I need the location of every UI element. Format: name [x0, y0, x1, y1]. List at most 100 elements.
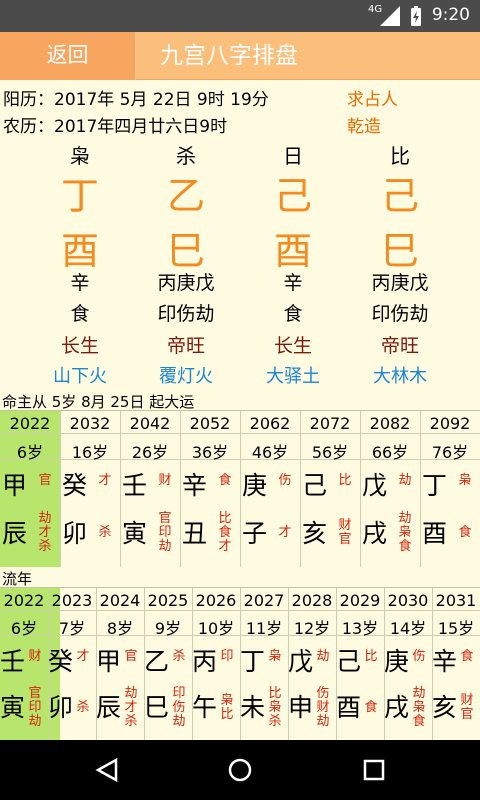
app-header: 返回 九宫八字排盘 [0, 32, 480, 80]
stem-cell: 庚 [242, 471, 268, 500]
branch-cell: 亥 [302, 519, 328, 548]
year-cell[interactable]: 2031 [432, 591, 480, 610]
year-cell[interactable]: 2028 [288, 591, 336, 610]
back-button[interactable]: 返回 [0, 32, 136, 80]
pillar-nayin: 大林木 [373, 366, 427, 387]
column-divider [420, 411, 421, 567]
year-cell[interactable]: 2022 [0, 591, 48, 610]
branch-gods: 比 枭 杀 [268, 686, 282, 729]
year-cell[interactable]: 2023 [48, 591, 96, 610]
battery-icon [411, 6, 421, 26]
branch-gods: 财 官 [338, 518, 352, 547]
stem-god: 劫 [316, 649, 330, 664]
age-cell: 7岁 [58, 619, 86, 638]
year-cell[interactable]: 2082 [360, 414, 420, 433]
column-divider [180, 411, 181, 567]
branch-cell: 卯 [48, 693, 74, 722]
stem-cell: 戊 [288, 647, 314, 676]
branch-gods: 比 食 才 [218, 511, 232, 554]
column-divider [120, 411, 121, 567]
branch-gods: 劫 枭 食 [412, 686, 426, 729]
nav-home-icon[interactable] [227, 758, 253, 784]
stem-cell: 己 [302, 471, 328, 500]
year-cell[interactable]: 2024 [96, 591, 144, 610]
nav-recents-icon[interactable] [363, 759, 387, 783]
year-cell[interactable]: 2025 [144, 591, 192, 610]
branch-gods: 官 印 劫 [158, 511, 172, 554]
branch-gods: 伤 财 劫 [316, 686, 330, 729]
status-bar: 4G 9:20 [0, 0, 480, 32]
stem-god: 伤 [278, 473, 292, 488]
year-cell[interactable]: 2029 [336, 591, 384, 610]
age-cell: 15岁 [437, 619, 475, 638]
pillar-hidden-stems: 丙庚戊 [371, 272, 429, 294]
stem-cell: 甲 [96, 647, 122, 676]
branch-cell: 戌 [362, 519, 388, 548]
stem-god: 枭 [458, 473, 472, 488]
stem-god: 食 [218, 473, 232, 488]
branch-gods: 劫 枭 食 [398, 511, 412, 554]
branch-gods: 财 官 [460, 693, 474, 722]
year-cell[interactable]: 2030 [384, 591, 432, 610]
stem-god: 杀 [172, 649, 186, 664]
stem-god: 食 [460, 649, 474, 664]
age-cell: 12岁 [293, 619, 331, 638]
stem-cell: 乙 [144, 647, 170, 676]
branch-gods: 食 [364, 700, 378, 715]
year-cell[interactable]: 2027 [240, 591, 288, 610]
pillar-stage: 长生 [273, 335, 312, 357]
branch-gods: 枭 比 [220, 693, 234, 722]
stem-cell: 丙 [192, 647, 218, 676]
age-cell: 56岁 [311, 443, 349, 462]
year-cell[interactable]: 2052 [180, 414, 240, 433]
year-cell[interactable]: 2042 [120, 414, 180, 433]
pillar-stage: 帝旺 [380, 335, 419, 357]
stem-god: 劫 [398, 473, 412, 488]
branch-gods: 食 [458, 525, 472, 540]
age-cell: 76岁 [431, 443, 469, 462]
age-cell: 13岁 [341, 619, 379, 638]
stem-god: 印 [220, 649, 234, 664]
branch-gods: 印 伤 劫 [172, 686, 186, 729]
pillar-nayin: 山下火 [53, 366, 107, 387]
pillar-branch: 酉 [60, 229, 99, 273]
stem-god: 比 [338, 473, 352, 488]
age-cell: 6岁 [16, 443, 44, 462]
year-cell[interactable]: 2092 [420, 414, 480, 433]
navigation-bar [0, 740, 480, 800]
stem-god: 比 [364, 649, 378, 664]
branch-cell: 卯 [62, 519, 88, 548]
branch-cell: 申 [288, 693, 314, 722]
pillar-hidden-stems: 辛 [283, 272, 303, 294]
age-cell: 16岁 [71, 443, 109, 462]
stem-cell: 丁 [240, 647, 266, 676]
stem-cell: 戊 [362, 471, 388, 500]
year-cell[interactable]: 2032 [60, 414, 120, 433]
branch-cell: 辰 [96, 693, 122, 722]
branch-cell: 酉 [422, 519, 448, 548]
year-cell[interactable]: 2026 [192, 591, 240, 610]
column-divider [300, 411, 301, 567]
nav-back-icon[interactable] [94, 758, 120, 782]
pillar-branch: 酉 [273, 229, 312, 273]
age-cell: 10岁 [197, 619, 235, 638]
stem-god: 伤 [412, 649, 426, 664]
year-cell[interactable]: 2072 [300, 414, 360, 433]
page-title: 九宫八字排盘 [160, 43, 298, 69]
dayun-table: 2022 6岁甲官辰劫 才 杀 2032 16岁癸才卯杀 2042 26岁壬财寅官 印 劫… [0, 410, 480, 567]
year-cell[interactable]: 2062 [240, 414, 300, 433]
gender-label: 乾造 [347, 117, 381, 137]
liunian-label: 流年 [2, 570, 33, 588]
column-divider [60, 411, 61, 567]
age-cell: 14岁 [389, 619, 427, 638]
branch-cell: 午 [192, 693, 218, 722]
signal-icon [380, 6, 400, 26]
pillar-stem: 丁 [60, 174, 99, 218]
pillar-hidden-gods: 印伤劫 [157, 303, 215, 325]
column-divider [360, 411, 361, 567]
pillar-hidden-stems: 辛 [70, 272, 90, 294]
stem-cell: 己 [336, 647, 362, 676]
stem-god: 枭 [268, 649, 282, 664]
branch-cell: 寅 [0, 693, 26, 722]
year-cell[interactable]: 2022 [0, 414, 60, 433]
